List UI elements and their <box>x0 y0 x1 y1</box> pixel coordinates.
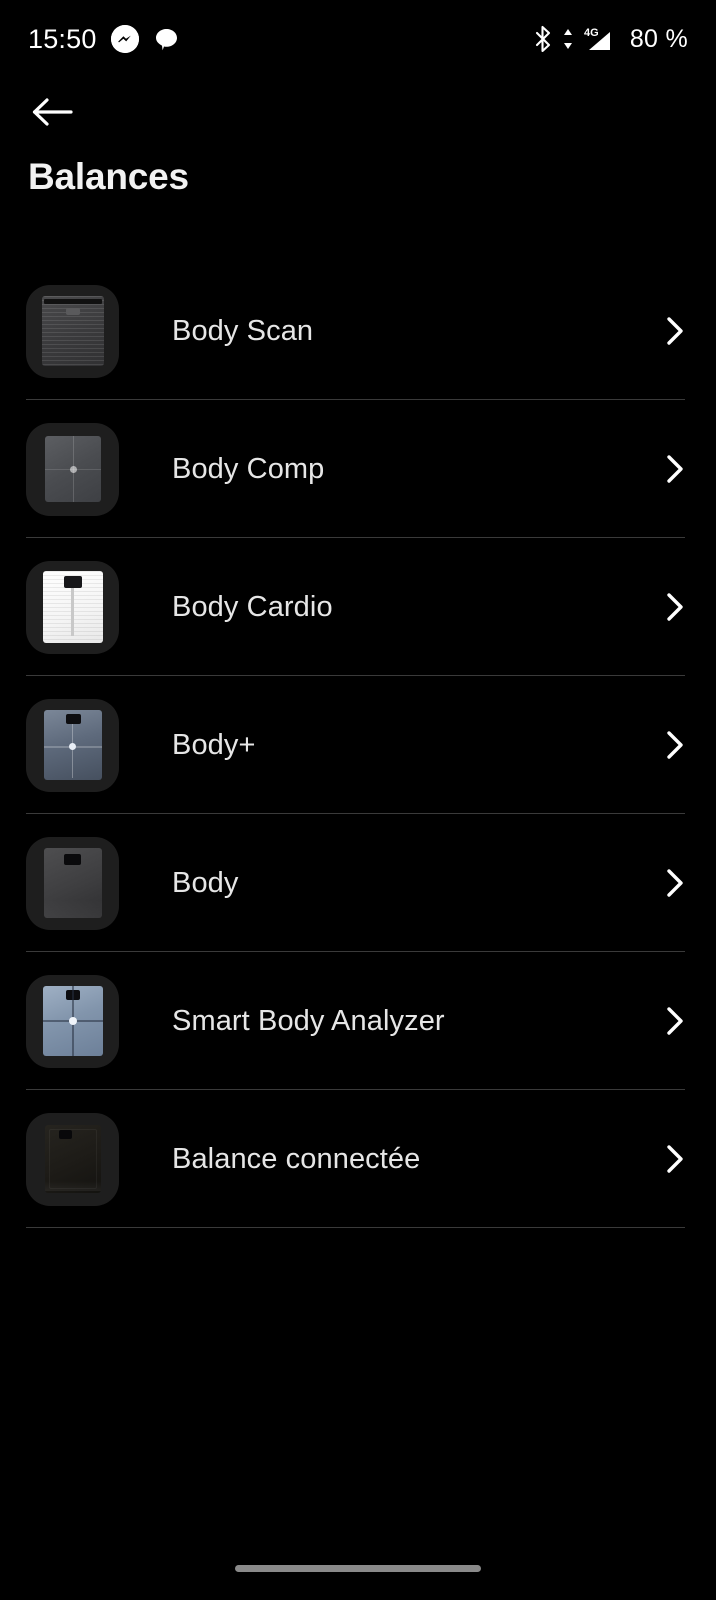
list-item-label: Body Comp <box>172 452 325 485</box>
battery-percentage: 80 % <box>629 24 688 53</box>
data-transfer-icon <box>562 26 574 52</box>
chevron-right-icon[interactable] <box>660 316 690 346</box>
svg-text:4G: 4G <box>584 27 599 39</box>
list-item-body[interactable]: Body <box>0 814 716 952</box>
list-item-label: Body Cardio <box>172 590 333 623</box>
back-button[interactable] <box>24 84 80 140</box>
bluetooth-icon <box>533 25 553 53</box>
chevron-right-icon[interactable] <box>660 1006 690 1036</box>
signal-icon: 4G <box>583 25 617 53</box>
chevron-right-icon[interactable] <box>660 730 690 760</box>
back-arrow-icon <box>32 98 73 126</box>
scales-list: Body Scan Body Comp Body Cardio Body+ Bo… <box>0 262 716 1228</box>
chevron-right-icon[interactable] <box>660 868 690 898</box>
status-bar-clock: 15:50 <box>28 23 97 54</box>
page-title: Balances <box>28 156 189 197</box>
scale-thumbnail <box>26 560 119 654</box>
list-item-smart-body-analyzer[interactable]: Smart Body Analyzer <box>0 952 716 1090</box>
scale-thumbnail <box>26 974 119 1068</box>
list-item-body-scan[interactable]: Body Scan <box>0 262 716 400</box>
list-item-label: Smart Body Analyzer <box>172 1004 445 1037</box>
chevron-right-icon[interactable] <box>660 592 690 622</box>
list-item-label: Body <box>172 866 239 899</box>
scale-thumbnail <box>26 1112 119 1206</box>
chevron-right-icon[interactable] <box>660 1144 690 1174</box>
list-item-label: Body+ <box>172 728 256 761</box>
scale-thumbnail <box>26 698 119 792</box>
list-item-body-plus[interactable]: Body+ <box>0 676 716 814</box>
status-bar: 15:50 4G 80 % <box>0 0 716 78</box>
messenger-icon <box>110 25 139 53</box>
list-item-label: Body Scan <box>172 314 314 347</box>
chat-bubble-icon <box>153 26 180 53</box>
scale-thumbnail <box>26 836 119 930</box>
status-bar-left: 15:50 <box>28 25 180 53</box>
list-item-body-cardio[interactable]: Body Cardio <box>0 538 716 676</box>
scale-thumbnail <box>26 422 119 516</box>
phone-screen: 15:50 4G 80 % Balances Body Scan Body Co… <box>0 0 716 1600</box>
list-item-balance-connectee[interactable]: Balance connectée <box>0 1090 716 1228</box>
list-item-label: Balance connectée <box>172 1142 421 1175</box>
list-item-body-comp[interactable]: Body Comp <box>0 400 716 538</box>
chevron-right-icon[interactable] <box>660 454 690 484</box>
home-indicator[interactable] <box>235 1565 481 1572</box>
status-bar-right: 4G 80 % <box>533 25 688 53</box>
scale-thumbnail <box>26 284 119 378</box>
